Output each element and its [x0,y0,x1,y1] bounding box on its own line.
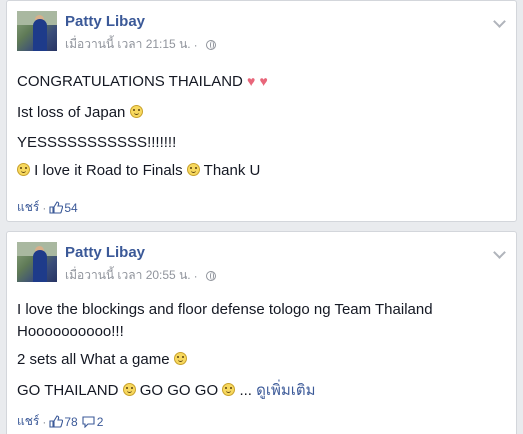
smile-icon [173,352,187,365]
post-text: Thank U [203,162,261,179]
author-name[interactable]: Patty Libay [65,244,145,261]
like-count[interactable]: 78 [64,415,77,429]
avatar[interactable] [17,11,57,51]
post-timestamp-row: เมื่อวานนี้ เวลา 20:55 น. · [65,266,216,285]
comment-count[interactable]: 2 [97,415,104,429]
comment-icon[interactable] [82,415,95,428]
post-text-line: I love it Road to Finals Thank U [17,162,260,179]
globe-icon[interactable] [205,270,216,281]
share-link[interactable]: แชร์ [17,412,39,431]
post-footer: แชร์ · 78 2 [17,412,103,431]
smile-icon [122,383,136,396]
heart-icon: ♥ [259,73,268,89]
separator-dot: · [193,268,198,283]
like-count[interactable]: 54 [64,201,77,215]
see-more-link[interactable]: ดูเพิ่มเติม [256,382,315,399]
smile-icon [129,105,143,118]
post-text: I love the blockings and floor defense t… [17,301,433,318]
avatar[interactable] [17,242,57,282]
post-text-line: 2 sets all What a game [17,351,187,368]
separator-dot: · [42,414,47,429]
post-text-line: CONGRATULATIONS THAILAND ♥ ♥ [17,73,268,90]
post-text: Hoooooooooo!!! [17,323,124,340]
chevron-down-icon[interactable] [493,246,506,259]
smile-icon [186,163,200,176]
post-timestamp-row: เมื่อวานนี้ เวลา 21:15 น. · [65,35,216,54]
separator-dot: · [42,200,47,215]
post-text: GO THAILAND [17,382,119,399]
smile-icon [222,383,236,396]
post-text: YESSSSSSSSSSS!!!!!!! [17,134,177,151]
post-text: Ist loss of Japan [17,104,126,121]
post-text-line: I love the blockings and floor defense t… [17,301,433,318]
heart-icon: ♥ [247,73,256,89]
chevron-down-icon[interactable] [493,15,506,28]
post-footer: แชร์ · 54 [17,198,78,217]
feed-post: Patty Libay เมื่อวานนี้ เวลา 21:15 น. · … [6,0,517,222]
globe-icon[interactable] [205,39,216,50]
share-link[interactable]: แชร์ [17,198,39,217]
post-timestamp[interactable]: เมื่อวานนี้ เวลา 21:15 น. [65,35,191,54]
ellipsis: ... [239,382,252,399]
author-name[interactable]: Patty Libay [65,13,145,30]
separator-dot: · [193,37,198,52]
thumbs-up-icon[interactable] [49,201,64,214]
post-text: I love it Road to Finals [34,162,183,179]
post-text: 2 sets all What a game [17,351,170,368]
post-timestamp[interactable]: เมื่อวานนี้ เวลา 20:55 น. [65,266,191,285]
post-text-line: Ist loss of Japan [17,104,143,121]
post-text-line: YESSSSSSSSSSS!!!!!!! [17,134,176,151]
thumbs-up-icon[interactable] [49,415,64,428]
post-text: CONGRATULATIONS THAILAND [17,73,243,90]
post-text-line: Hoooooooooo!!! [17,323,124,340]
feed-post: Patty Libay เมื่อวานนี้ เวลา 20:55 น. · … [6,231,517,434]
post-text-line: GO THAILAND GO GO GO ... ดูเพิ่มเติม [17,378,316,402]
post-text: GO GO GO [139,382,219,399]
smile-icon [17,163,30,176]
